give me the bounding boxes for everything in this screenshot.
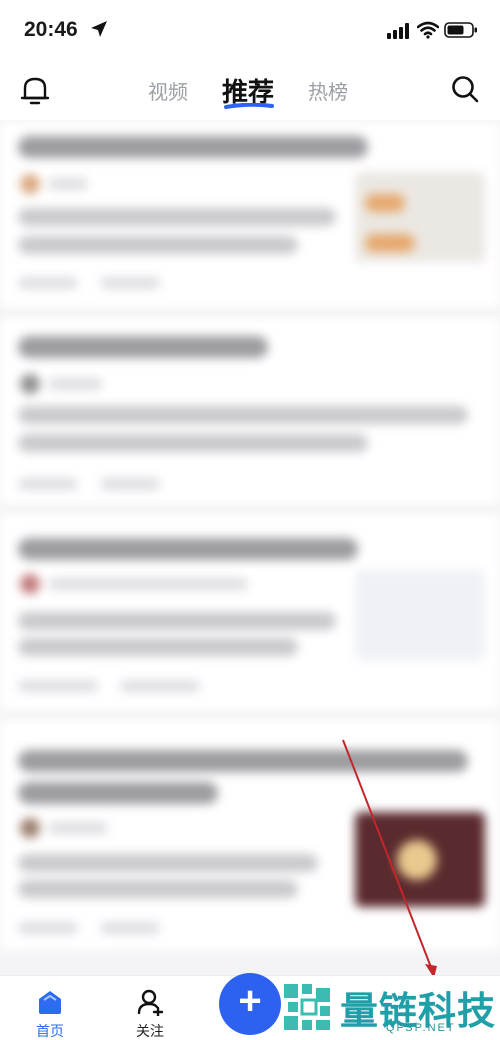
wifi-icon — [417, 21, 439, 39]
feed-list — [0, 120, 500, 970]
plus-icon: + — [238, 979, 262, 1023]
tab-hot-list[interactable]: 热榜 — [308, 76, 348, 105]
location-arrow-icon — [91, 21, 107, 37]
tab-home[interactable]: 首页 — [15, 976, 85, 1040]
cellular-signal-icon — [387, 23, 409, 39]
status-time: 20:46 — [24, 18, 78, 41]
status-bar: 20:46 — [0, 0, 500, 60]
tab-video[interactable]: 视频 — [148, 76, 188, 105]
feed-thumbnail — [355, 812, 485, 907]
watermark-subtitle: QFSP.NET — [386, 1022, 456, 1034]
search-icon[interactable] — [450, 74, 480, 104]
feed-thumbnail — [355, 570, 485, 660]
watermark-logo-icon — [284, 984, 330, 1030]
user-follow-icon — [137, 989, 164, 1016]
feed-card[interactable] — [0, 514, 500, 710]
feed-card[interactable] — [0, 720, 500, 950]
feed-card[interactable] — [0, 318, 500, 504]
battery-icon — [444, 22, 477, 38]
feed-card[interactable] — [0, 122, 500, 308]
feed-thumbnail — [355, 172, 485, 262]
tab-follow-label: 关注 — [136, 1023, 164, 1039]
tab-home-label: 首页 — [36, 1023, 64, 1039]
home-icon — [39, 991, 61, 1014]
create-post-button[interactable]: + — [219, 973, 281, 1035]
bell-icon[interactable] — [20, 74, 50, 106]
top-nav: 视频 推荐 热榜 — [0, 60, 500, 120]
active-tab-indicator — [224, 103, 274, 109]
tab-follow[interactable]: 关注 — [115, 976, 185, 1040]
